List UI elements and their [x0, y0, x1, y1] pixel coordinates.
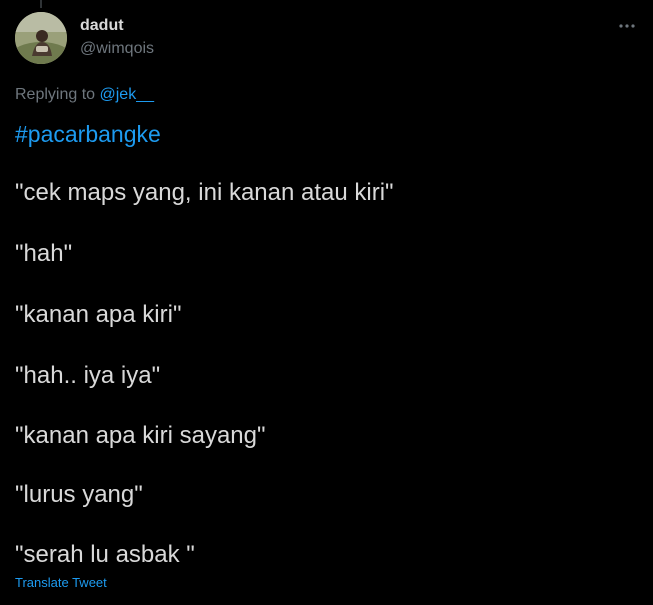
tweet-text-line: "hah"	[15, 240, 73, 267]
reply-mention-link[interactable]: @jek__	[100, 86, 155, 103]
hashtag-link[interactable]: #pacarbangke	[15, 121, 161, 148]
replying-to-prefix: Replying to	[15, 86, 100, 103]
tweet-text-line: "kanan apa kiri"	[15, 301, 182, 328]
tweet-text-line: "kanan apa kiri sayang"	[15, 422, 266, 449]
author-handle[interactable]: @wimqois	[80, 40, 154, 58]
thread-connector-line	[40, 0, 42, 8]
avatar-image	[15, 12, 67, 64]
replying-to: Replying to @jek__	[15, 86, 154, 104]
tweet-text-line: "serah lu asbak "	[15, 541, 195, 568]
tweet-text-line: "hah.. iya iya"	[15, 362, 161, 389]
author-name[interactable]: dadut	[80, 17, 124, 35]
tweet-text-line: "cek maps yang, ini kanan atau kiri"	[15, 179, 394, 206]
translate-tweet-link[interactable]: Translate Tweet	[15, 575, 107, 590]
avatar[interactable]	[15, 12, 67, 64]
more-horizontal-icon[interactable]	[617, 16, 637, 36]
tweet-text-line: "lurus yang"	[15, 481, 143, 508]
